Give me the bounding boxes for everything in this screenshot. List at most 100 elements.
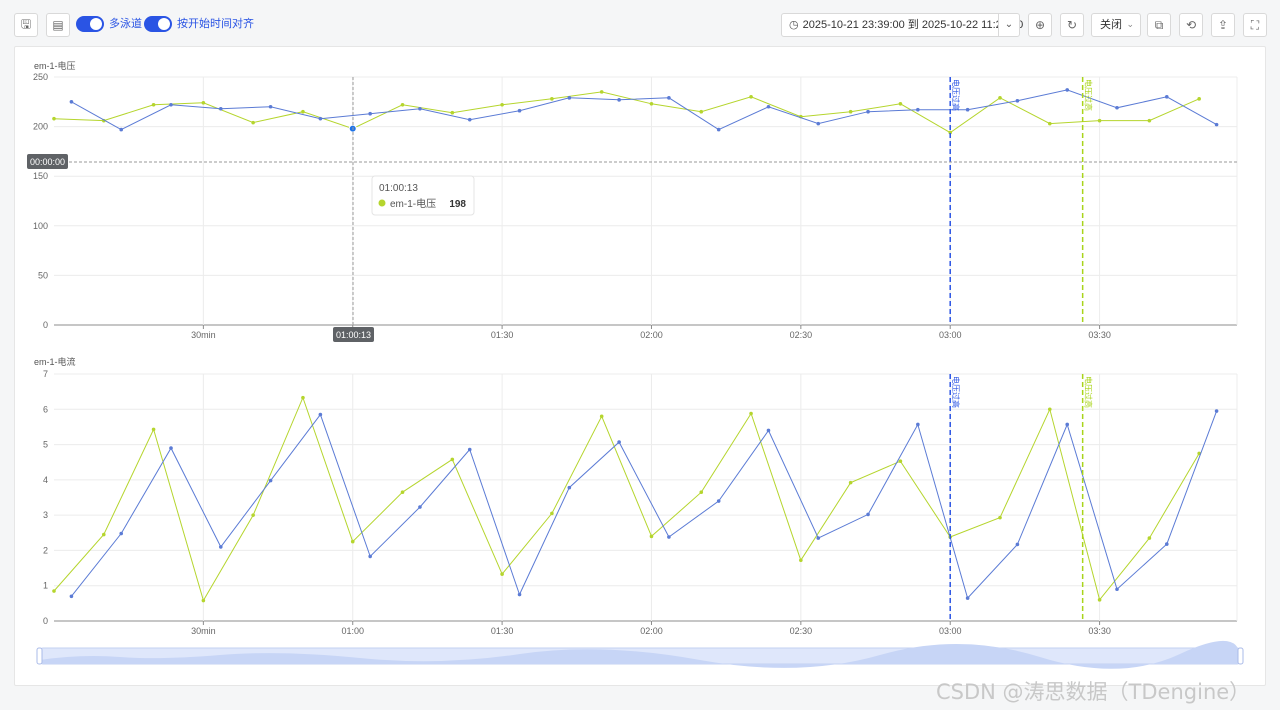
x-tick-label: 01:00	[341, 626, 364, 636]
y-tick-label: 7	[43, 369, 48, 379]
data-point	[766, 428, 771, 433]
current-chart[interactable]: em-1-电流 0 1 2 3 4 5 6 7 30min 01:00 01:30 02:00 02:30…	[34, 356, 1238, 636]
voltage-chart[interactable]: em-1-电压 0 50 100 150 200 250 30min 01:30 02:00 02:…	[33, 60, 1238, 340]
y-tick-label: 0	[43, 616, 48, 626]
x-tick-label: 03:00	[939, 330, 962, 340]
chart-title: em-1-电流	[34, 356, 76, 367]
data-point	[169, 102, 173, 107]
data-point	[617, 440, 621, 444]
data-point	[201, 598, 206, 603]
data-point	[567, 485, 572, 490]
y-tick-label: 150	[33, 171, 48, 181]
data-point	[1015, 99, 1020, 103]
data-point	[251, 120, 255, 125]
x-tick-label: 02:30	[790, 626, 813, 636]
data-point	[268, 104, 273, 109]
data-point	[52, 589, 56, 593]
data-point	[368, 111, 372, 116]
data-point	[119, 531, 124, 536]
data-point	[1065, 422, 1070, 427]
data-point	[251, 513, 255, 517]
chart-title: em-1-电压	[34, 60, 76, 71]
data-point	[218, 106, 223, 111]
data-point	[699, 490, 704, 495]
data-point	[766, 104, 771, 109]
data-point	[916, 107, 920, 112]
data-point	[816, 536, 821, 540]
y-tick-label: 2	[43, 545, 48, 555]
data-point	[69, 100, 74, 104]
y-tick-label: 100	[33, 221, 48, 231]
crosshair-y-label: 00:00:00	[30, 157, 65, 167]
data-point	[218, 545, 223, 549]
y-tick-label: 50	[38, 270, 48, 280]
x-tick-label: 03:30	[1088, 330, 1111, 340]
data-point	[52, 116, 56, 121]
data-point	[916, 422, 920, 427]
charts-svg: em-1-电压05010015020025030min 01:30 02:00 02:…	[27, 60, 1244, 669]
data-point	[550, 511, 554, 516]
data-point	[119, 127, 124, 132]
data-point	[500, 572, 504, 576]
data-zoom-left-handle[interactable]	[36, 647, 43, 665]
data-point	[450, 110, 455, 115]
data-point	[667, 96, 671, 100]
x-tick-label: 01:30	[491, 626, 514, 636]
data-point	[1015, 542, 1020, 547]
data-point	[1097, 598, 1102, 602]
x-tick-label: 30min	[191, 626, 216, 636]
data-point	[965, 596, 970, 600]
data-point	[567, 96, 572, 100]
data-point	[450, 457, 455, 462]
data-point	[400, 490, 405, 495]
data-point	[617, 98, 621, 102]
data-point	[1214, 409, 1219, 413]
data-zoom-right-handle[interactable]	[1237, 647, 1244, 665]
data-point	[848, 109, 853, 114]
data-point	[749, 411, 753, 416]
data-point	[1097, 118, 1102, 123]
data-point	[848, 480, 853, 485]
data-point	[998, 515, 1002, 520]
data-point	[816, 121, 821, 126]
data-point	[500, 102, 504, 107]
x-tick-label: 03:30	[1088, 626, 1111, 636]
data-point	[1164, 95, 1169, 99]
data-point	[101, 532, 106, 537]
data-point	[649, 534, 654, 539]
tooltip-series-name: em-1-电压	[390, 197, 436, 210]
data-point	[1147, 118, 1152, 123]
data-point	[1047, 407, 1052, 412]
x-tick-label: 02:00	[640, 626, 663, 636]
data-point	[1164, 542, 1169, 546]
data-point	[866, 109, 870, 114]
data-zoom-slider[interactable]	[36, 640, 1244, 669]
data-point	[1047, 121, 1052, 126]
data-point	[517, 592, 522, 597]
data-point	[69, 594, 74, 599]
series-line-blue	[71, 410, 1218, 600]
data-point	[898, 459, 903, 463]
data-point	[301, 395, 305, 400]
data-point	[1115, 105, 1119, 110]
data-point	[418, 505, 422, 509]
y-tick-label: 0	[43, 320, 48, 330]
alert-marker-label: 电压过高	[951, 376, 961, 408]
data-point	[667, 535, 671, 539]
crosshair-x-label: 01:00:13	[336, 330, 371, 340]
data-point	[998, 96, 1002, 100]
watermark: CSDN @涛思数据（TDengine）	[936, 680, 1251, 704]
data-point	[1197, 97, 1201, 101]
x-tick-label: 01:30	[491, 330, 514, 340]
y-tick-label: 6	[43, 404, 48, 414]
data-point	[318, 412, 323, 417]
x-tick-label: 03:00	[939, 626, 962, 636]
data-point	[301, 109, 305, 114]
tooltip: 01:00:13 em-1-电压 198	[371, 175, 475, 216]
y-tick-label: 4	[43, 475, 48, 485]
data-point	[866, 512, 870, 517]
alert-marker-label: 电压过高	[1084, 79, 1094, 111]
y-tick-label: 200	[33, 122, 48, 132]
data-point	[368, 554, 372, 559]
data-point	[1065, 88, 1070, 92]
